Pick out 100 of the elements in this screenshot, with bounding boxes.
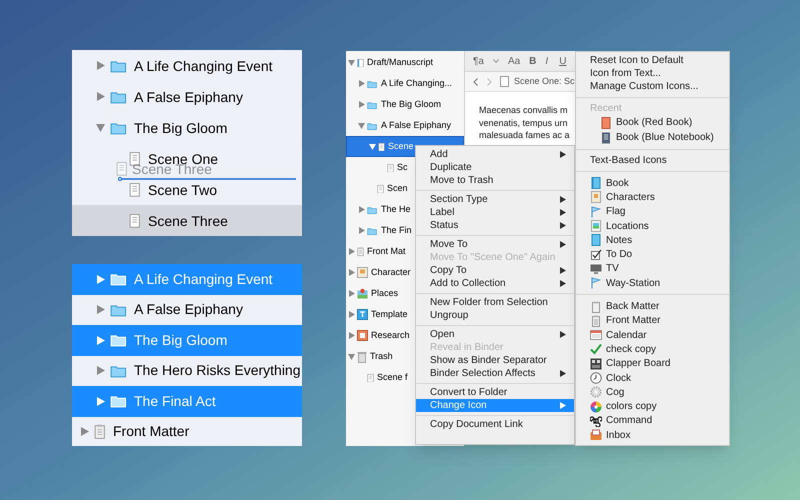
menu-item[interactable]: Clapper Board — [576, 356, 729, 371]
menu-item[interactable]: Move to Trash — [416, 174, 574, 187]
menu-item[interactable]: Text-Based Icons — [576, 154, 729, 167]
binder-item[interactable]: The Big Gloom — [346, 94, 464, 115]
checkbox-icon — [590, 248, 602, 261]
document-icon — [500, 76, 509, 87]
menu-item[interactable]: Section Type — [416, 193, 574, 206]
outline-item[interactable]: Front Matter — [72, 416, 302, 447]
toolbar-button[interactable]: ¶a — [473, 54, 484, 68]
document-icon — [378, 142, 385, 150]
menu-item[interactable]: Book (Red Book) — [576, 115, 729, 130]
menu-item[interactable]: Convert to Folder — [416, 386, 574, 399]
notebook-icon — [357, 330, 368, 341]
menu-item[interactable]: check copy — [576, 342, 729, 357]
menu-item[interactable]: Manage Custom Icons... — [576, 80, 729, 93]
clipboard-icon — [590, 300, 602, 313]
outline-item[interactable]: The Hero Risks Everything — [72, 356, 302, 386]
outline-item[interactable]: A False Epiphany — [72, 294, 302, 325]
menu-item[interactable]: Way-Station — [576, 276, 729, 290]
notebook-icon — [600, 132, 612, 144]
folder-icon — [110, 394, 127, 408]
outline-item[interactable]: Scene Two — [72, 182, 302, 198]
document-icon — [129, 182, 141, 196]
menu-item[interactable]: Characters — [576, 190, 729, 205]
menu-item[interactable]: Ungroup — [416, 309, 574, 322]
menu-item[interactable]: Label — [416, 206, 574, 219]
menu-item[interactable]: Back Matter — [576, 299, 729, 314]
menu-section-header: Recent — [589, 102, 623, 115]
menu-item[interactable]: Icon from Text... — [576, 67, 729, 80]
menu-item[interactable]: Status — [416, 219, 574, 232]
outline-item[interactable]: A Life Changing Event — [72, 58, 302, 74]
chevron-down-icon — [492, 59, 499, 63]
folder-icon — [110, 302, 127, 317]
toolbar-button[interactable]: B — [529, 54, 536, 68]
menu-item[interactable]: Book (Blue Notebook) — [576, 130, 729, 145]
menu-item[interactable]: Cog — [576, 385, 729, 400]
binder-item[interactable]: Draft/Manuscript — [346, 52, 464, 73]
document-icon — [387, 164, 394, 172]
menu-item[interactable]: Copy To — [416, 264, 574, 277]
menu-item[interactable]: TV — [576, 262, 729, 276]
menu-item[interactable]: Book — [576, 176, 729, 190]
expand-triangle-icon — [96, 366, 105, 376]
document-icon — [377, 184, 384, 192]
color-wheel-icon — [590, 400, 602, 413]
folder-icon — [367, 80, 378, 88]
monitor-icon — [590, 262, 602, 275]
menu-item[interactable]: Show as Binder Separator — [416, 354, 574, 367]
trash-icon — [357, 350, 367, 362]
menu-item[interactable]: Flag — [576, 204, 729, 219]
folder-icon — [367, 226, 378, 234]
clapperboard-icon — [590, 358, 602, 370]
folder-icon — [367, 206, 378, 214]
menu-item[interactable]: Command — [576, 414, 729, 428]
gear-icon — [590, 386, 602, 398]
checkmark-icon — [590, 343, 602, 356]
menu-item[interactable]: Reset Icon to Default — [576, 54, 729, 67]
folder-icon — [367, 122, 378, 130]
menu-item[interactable]: colors copy — [576, 399, 729, 414]
menu-item[interactable]: Duplicate — [416, 161, 574, 174]
menu-item[interactable]: Copy Document Link — [416, 418, 574, 431]
clipboard-icon — [590, 314, 602, 327]
menu-item[interactable]: Move To — [416, 238, 574, 251]
document-icon — [367, 374, 374, 382]
calendar-icon — [590, 329, 602, 342]
menu-item[interactable]: Open — [416, 328, 574, 341]
forward-icon — [487, 78, 492, 86]
menu-item[interactable]: To Do — [576, 247, 729, 262]
outline-item[interactable]: A False Epiphany — [72, 88, 302, 104]
back-icon — [473, 78, 478, 86]
folder-icon — [110, 364, 127, 378]
flag-icon — [590, 206, 602, 218]
toolbar-button[interactable]: Aa — [508, 54, 520, 68]
menu-item[interactable]: New Folder from Selection — [416, 296, 574, 309]
folder-icon — [110, 90, 127, 104]
toolbar-button[interactable]: U — [559, 54, 566, 68]
clipboard-icon — [357, 247, 364, 256]
menu-item[interactable]: Calendar — [576, 328, 729, 342]
menu-item[interactable]: Binder Selection Affects — [416, 367, 574, 380]
book-icon — [590, 177, 602, 190]
outline-item[interactable]: The Big Gloom — [72, 120, 302, 136]
menu-item[interactable]: Add to Collection — [416, 277, 574, 290]
binder-item[interactable]: A False Epiphany — [346, 115, 464, 136]
body-text: Maecenas convallis m venenatis, tempus urn malesuada fames ac a — [478, 104, 571, 142]
flag-icon — [590, 277, 602, 290]
folder-icon — [110, 272, 127, 286]
inbox-tray-icon — [590, 429, 602, 442]
book-icon — [600, 116, 612, 128]
layout-icon — [357, 309, 368, 320]
outline-item[interactable]: Scene Three — [72, 205, 302, 236]
toolbar-button[interactable]: I — [545, 54, 550, 68]
clock-icon — [590, 372, 602, 384]
binder-item[interactable]: A Life Changing... — [346, 73, 464, 94]
menu-item[interactable]: Clock — [576, 370, 729, 386]
expand-triangle-icon — [96, 274, 105, 284]
clipboard-icon — [94, 424, 106, 440]
menu-item[interactable]: Locations — [576, 218, 729, 234]
folder-icon — [367, 100, 378, 108]
menu-item[interactable]: Notes — [576, 233, 729, 248]
menu-item[interactable]: Inbox — [576, 428, 729, 442]
menu-item[interactable]: Front Matter — [576, 314, 729, 328]
